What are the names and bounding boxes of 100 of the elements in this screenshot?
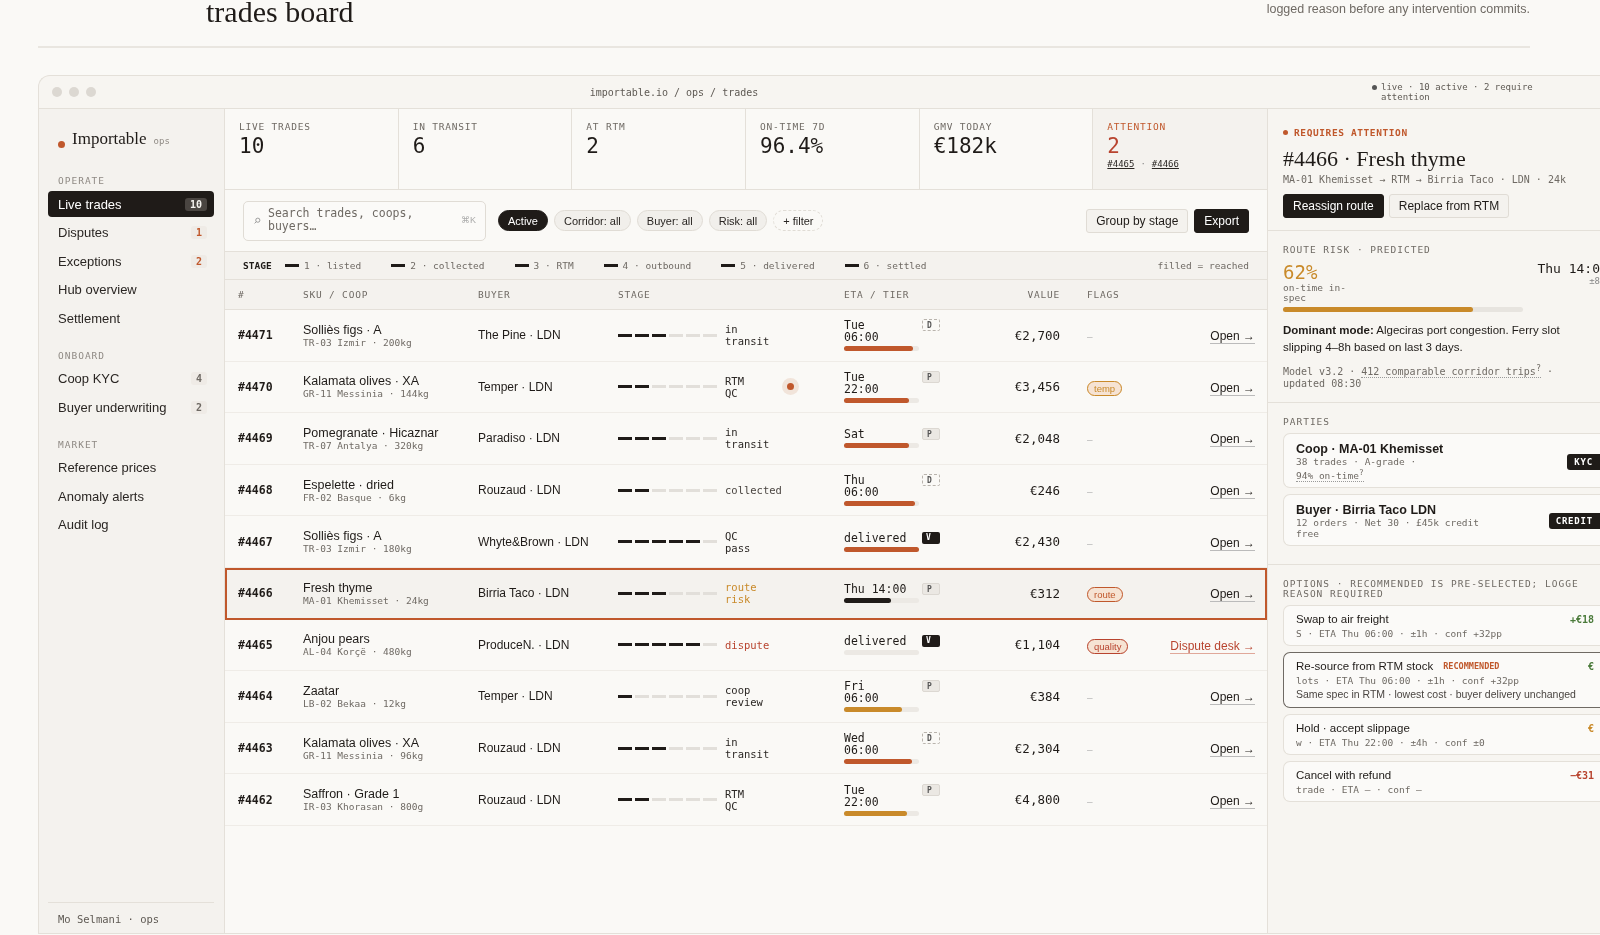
legend-step: 5 · delivered (740, 260, 815, 271)
row-link[interactable]: Open → (1210, 329, 1255, 345)
trade-row[interactable]: #4467 Solliès figs · A TR-03 Izmir · 180kg Whyte&Brown · LDN QC pass delivered V €2,430 – Open → (225, 516, 1267, 568)
option-card[interactable]: Hold · accept slippage € w · ETA Thu 22:00 · ±4h · conf ±0 (1283, 714, 1600, 756)
sku-name: Espelette · dried (303, 477, 396, 492)
nav-item[interactable]: Live trades 10 (48, 191, 214, 217)
stage-label: coop review (725, 684, 763, 709)
coop-text: LB-02 Bekaa · 12kg (303, 697, 407, 709)
flag-empty: – (1087, 795, 1093, 807)
filter-chip[interactable]: Risk: all (708, 210, 768, 231)
brand-tag: ops (153, 136, 170, 146)
kpi-label: ON-TIME 7D (760, 121, 827, 132)
trade-row[interactable]: #4464 Zaatar LB-02 Bekaa · 12kg Temper · LDN coop review Fri 06:00 P €384 – Open → (225, 671, 1267, 723)
party-meta: 38 trades · A-grade · 94% on-time$^{?}$ (1296, 456, 1418, 482)
trade-row[interactable]: #4465 Anjou pears AL-04 Korçë · 480kg ProduceN. · LDN dispute delivered V €1,104 quality Dispute desk → (225, 619, 1267, 672)
flag-empty: – (1087, 486, 1093, 498)
nav-item[interactable]: Hub overview (48, 276, 214, 303)
eta-time: 22:00 (844, 382, 879, 395)
trade-row[interactable]: #4470 Kalamata olives · XA GR-11 Messinia · 144kg Temper · LDN RTM QC Tue 22:00 P €3,456 temp Open → (225, 361, 1267, 414)
kpi-value: 2 (1107, 133, 1121, 159)
row-link[interactable]: Open → (1210, 535, 1255, 551)
count-badge: 10 (184, 197, 207, 211)
nav-item[interactable]: Coop KYC 4 (48, 365, 214, 392)
row-link[interactable]: Open → (1210, 793, 1255, 809)
detail-button[interactable]: Replace from RTM (1388, 194, 1510, 218)
nav-item[interactable]: Anomaly alerts (48, 483, 214, 509)
option-meta: trade · ETA — · conf — (1296, 784, 1423, 796)
row-link[interactable]: Open → (1210, 484, 1255, 500)
option-card[interactable]: Re-source from RTM stock RECOMMENDED € lots · ETA Thu 06:00 · ±1h · conf +32pp Same spec in RTM · lowest cost · buyer delivery unchanged (1283, 652, 1600, 709)
eta-text: Tue (844, 370, 866, 383)
coop-text: MA-01 Khemisset · 24kg (303, 594, 430, 606)
trade-row[interactable]: #4466 Fresh thyme MA-01 Khemisset · 24kg Birria Taco · LDN route risk Thu 14:00 P €312 route Open → (225, 567, 1267, 620)
filter-chip[interactable]: Buyer: all (636, 210, 703, 231)
stage-dash-icon (391, 264, 406, 267)
trade-row[interactable]: #4471 Solliès figs · A TR-03 Izmir · 200kg The Pine · LDN in transit Tue 06:00 D €2,700 – Open → (225, 310, 1267, 362)
trips-link[interactable]: 412 comparable corridor trips$^{?}$ (1361, 366, 1541, 379)
sku-name: Zaatar (303, 683, 341, 698)
count-badge: 2 (190, 400, 207, 414)
kpi-value: 2 (586, 133, 600, 159)
risk-value: 62% (1283, 261, 1319, 283)
nav-item[interactable]: Buyer underwriting 2 (48, 394, 214, 420)
nav-item[interactable]: Audit log (48, 511, 214, 538)
page-heading: trades board (206, 0, 354, 30)
kpi-value: €182k (933, 133, 998, 159)
trade-value: €246 (1028, 482, 1060, 498)
trade-row[interactable]: #4469 Pomegranate · Hicaznar TR-07 Antalya · 320kg Paradiso · LDN in transit Sat P €2,048 – Open → (225, 413, 1267, 465)
row-link[interactable]: Open → (1210, 432, 1255, 448)
tier-badge: P (922, 370, 940, 383)
trade-id: #4464 (238, 689, 274, 704)
eta-time: 06:00 (844, 331, 879, 344)
nav-item[interactable]: Reference prices (48, 454, 214, 481)
user-label: Mo Selmani · ops (48, 902, 214, 933)
toolbar-button[interactable]: Export (1194, 208, 1249, 233)
option-title: Cancel with refund (1296, 769, 1392, 782)
stage-label: collected (725, 484, 782, 497)
stage-label: in transit (725, 736, 770, 761)
trade-row[interactable]: #4463 Kalamata olives · XA GR-11 Messinia · 96kg Rouzaud · LDN in transit Wed 06:00 D €2,304 – Open → (225, 722, 1267, 775)
trade-row[interactable]: #4462 Saffron · Grade 1 IR-03 Khorasan · 800g Rouzaud · LDN RTM QC Tue 22:00 P €4,800 – Open → (225, 774, 1267, 826)
buyer-name: Paradiso · LDN (478, 431, 562, 446)
flag-tag: route (1087, 587, 1123, 603)
page-note: logged reason before any intervention commits. (1266, 2, 1530, 16)
trade-link[interactable]: #4466 (1151, 159, 1179, 169)
toolbar-button[interactable]: Group by stage (1086, 208, 1189, 233)
model-note: Model v3.2 · 412 comparable corridor trips$^{?}$ · updated 08:30 (1283, 362, 1554, 391)
option-card[interactable]: Swap to air freight +€18 S · ETA Thu 06:00 · ±1h · conf +32pp (1283, 605, 1600, 647)
buyer-name: Rouzaud · LDN (478, 483, 562, 498)
party-badge: CREDIT (1548, 513, 1600, 530)
live-status: live · 10 active · 2 require attention (1381, 82, 1534, 102)
stage-label: RTM QC (725, 787, 744, 812)
row-link[interactable]: Dispute desk → (1170, 638, 1255, 654)
row-link[interactable]: Open → (1210, 380, 1255, 396)
column-header: # (238, 289, 246, 300)
tier-badge: V (922, 531, 940, 544)
buyer-name: Whyte&Brown · LDN (478, 534, 590, 549)
row-link[interactable]: Open → (1210, 587, 1255, 603)
legend-title: STAGE (243, 260, 273, 271)
column-header: BUYER (478, 289, 512, 300)
nav-item[interactable]: Settlement (48, 305, 214, 331)
coop-text: TR-07 Antalya · 320kg (303, 440, 425, 451)
sku-name: Saffron · Grade 1 (303, 787, 401, 802)
nav-item[interactable]: Disputes 1 (48, 219, 214, 246)
trade-value: €2,048 (1013, 431, 1060, 446)
eta-text: Tue (844, 319, 865, 332)
trade-id: #4463 (238, 741, 274, 756)
trade-id: #4471 (238, 328, 274, 343)
ontime-link[interactable]: 94% on-time$^{?}$ (1296, 470, 1364, 483)
trade-link[interactable]: #4465 (1107, 159, 1135, 169)
party-name: Coop · MA-01 Khemisset (1296, 442, 1445, 457)
filter-chip[interactable]: Active (498, 210, 548, 231)
buyer-name: Temper · LDN (478, 689, 554, 704)
trade-value: €2,700 (1013, 327, 1060, 343)
brand-dot-icon (58, 140, 65, 148)
detail-button[interactable]: Reassign route (1283, 194, 1384, 218)
trade-id: #4465 (238, 637, 274, 652)
row-link[interactable]: Open → (1210, 690, 1255, 706)
row-link[interactable]: Open → (1210, 742, 1255, 758)
nav-item[interactable]: Exceptions 2 (48, 248, 214, 274)
option-card[interactable]: Cancel with refund −€31 trade · ETA — · conf — (1283, 761, 1600, 803)
filter-chip[interactable]: Corridor: all (553, 210, 631, 231)
trade-row[interactable]: #4468 Espelette · dried FR-02 Basque · 6kg Rouzaud · LDN collected Thu 06:00 D €246 – Open → (225, 464, 1267, 517)
